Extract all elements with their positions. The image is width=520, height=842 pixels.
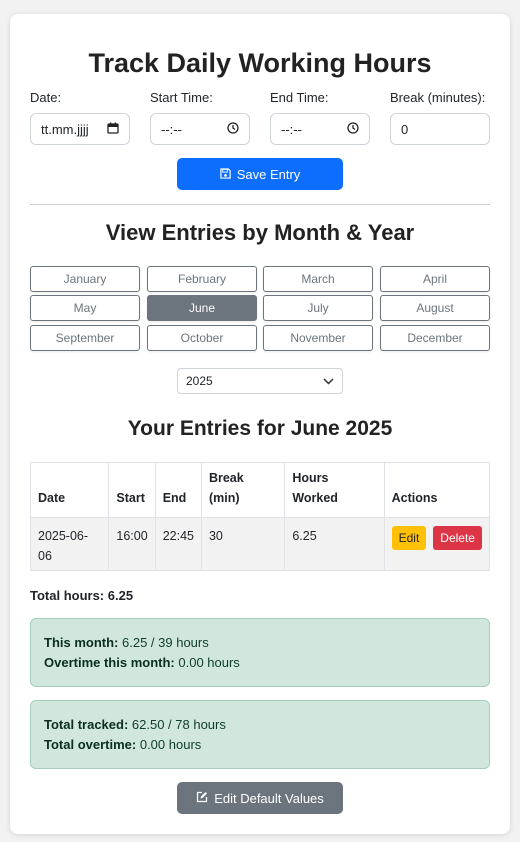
- cell-end: 22:45: [154, 517, 202, 571]
- month-overtime-value: 0.00 hours: [178, 655, 240, 670]
- break-input-value: 0: [401, 121, 409, 137]
- total-tracked-label: Total tracked:: [44, 717, 129, 732]
- break-input[interactable]: 0: [390, 113, 490, 145]
- floppy-disk-icon: [220, 167, 231, 182]
- month-button-june[interactable]: June: [147, 295, 257, 321]
- date-label: Date:: [30, 90, 62, 105]
- year-select-value: 2025: [186, 374, 213, 388]
- column-header-start: Start: [108, 462, 156, 518]
- end-time-value: --:--: [281, 121, 302, 137]
- month-summary-value: 6.25 / 39 hours: [122, 635, 209, 650]
- save-entry-button[interactable]: Save Entry: [177, 158, 343, 190]
- date-input-value: tt.mm.jjjj: [41, 121, 89, 137]
- year-select[interactable]: 2025: [177, 368, 343, 394]
- column-header-actions: Actions: [383, 462, 491, 518]
- month-button-february[interactable]: February: [147, 266, 257, 292]
- cell-break: 30: [200, 517, 286, 571]
- edit-square-icon: [196, 791, 208, 806]
- date-input[interactable]: tt.mm.jjjj: [30, 113, 130, 145]
- calendar-icon[interactable]: [107, 122, 119, 137]
- column-header-date: Date: [29, 462, 110, 518]
- column-header-end: End: [154, 462, 202, 518]
- total-hours: Total hours: 6.25: [30, 588, 134, 603]
- month-view-title: View Entries by Month & Year: [105, 220, 415, 245]
- start-time-label: Start Time:: [150, 90, 213, 105]
- month-button-september[interactable]: September: [30, 325, 140, 351]
- month-button-january[interactable]: January: [30, 266, 140, 292]
- total-overtime-label: Total overtime:: [44, 737, 137, 752]
- save-entry-label: Save Entry: [236, 166, 301, 182]
- month-overtime-line: Overtime this month: 0.00 hours: [44, 653, 476, 673]
- cell-start: 16:00: [108, 517, 156, 571]
- chevron-down-icon: [323, 374, 334, 388]
- total-summary-alert: Total tracked: 62.50 / 78 hours Total ov…: [30, 700, 490, 769]
- month-overtime-label: Overtime this month:: [44, 655, 175, 670]
- edit-default-values-button[interactable]: Edit Default Values: [177, 782, 343, 814]
- entries-title: Your Entries for June 2025: [127, 417, 393, 440]
- main-card: Track Daily Working Hours Date: Start Ti…: [10, 14, 510, 834]
- table-row: 2025-06-06 16:00 22:45 30 6.25 Edit Dele…: [29, 517, 491, 571]
- end-time-input[interactable]: --:--: [270, 113, 370, 145]
- edit-default-values-label: Edit Default Values: [214, 790, 324, 806]
- entries-table: Date Start End Break (min) Hours Worked …: [29, 462, 491, 571]
- month-summary-label: This month:: [44, 635, 119, 650]
- page-title: Track Daily Working Hours: [88, 48, 432, 78]
- end-time-label: End Time:: [270, 90, 329, 105]
- month-button-october[interactable]: October: [147, 325, 257, 351]
- month-button-july[interactable]: July: [263, 295, 373, 321]
- cell-hours: 6.25: [284, 517, 385, 571]
- month-button-april[interactable]: April: [380, 266, 490, 292]
- month-button-may[interactable]: May: [30, 295, 140, 321]
- total-tracked-line: Total tracked: 62.50 / 78 hours: [44, 715, 476, 735]
- total-overtime-value: 0.00 hours: [139, 737, 202, 752]
- cell-date: 2025-06-06: [29, 517, 110, 571]
- clock-icon[interactable]: [227, 121, 239, 137]
- month-button-december[interactable]: December: [380, 325, 490, 351]
- start-time-value: --:--: [161, 121, 182, 137]
- break-label: Break (minutes):: [390, 90, 486, 105]
- total-overtime-line: Total overtime: 0.00 hours: [44, 735, 476, 755]
- column-header-break: Break (min): [200, 462, 286, 518]
- month-button-august[interactable]: August: [380, 295, 490, 321]
- clock-icon[interactable]: [347, 121, 359, 137]
- cell-actions: Edit Delete: [383, 517, 491, 571]
- month-summary-line: This month: 6.25 / 39 hours: [44, 633, 476, 653]
- table-header-row: Date Start End Break (min) Hours Worked …: [29, 462, 491, 518]
- month-button-november[interactable]: November: [263, 325, 373, 351]
- month-button-march[interactable]: March: [263, 266, 373, 292]
- divider: [30, 204, 490, 205]
- total-tracked-value: 62.50 / 78 hours: [131, 717, 226, 732]
- column-header-hours: Hours Worked: [284, 462, 385, 518]
- edit-button[interactable]: Edit: [391, 526, 427, 550]
- month-summary-alert: This month: 6.25 / 39 hours Overtime thi…: [30, 618, 490, 687]
- delete-button[interactable]: Delete: [433, 526, 482, 550]
- start-time-input[interactable]: --:--: [150, 113, 250, 145]
